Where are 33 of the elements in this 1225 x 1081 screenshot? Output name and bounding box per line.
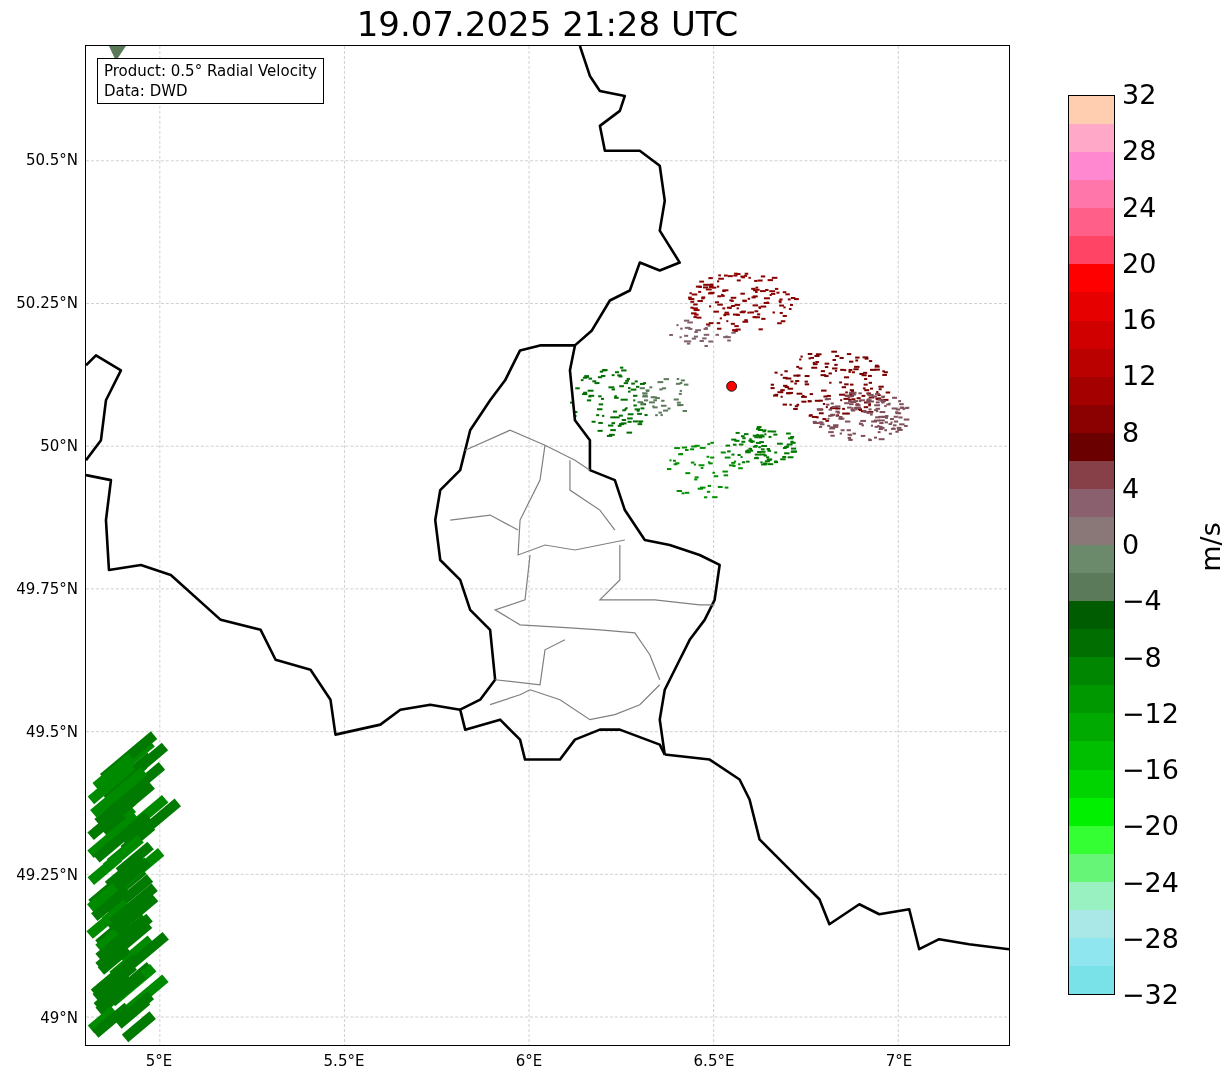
info-text: Data: DWD bbox=[104, 81, 189, 101]
colorbar-tick-label: 16 bbox=[1122, 305, 1157, 335]
axis-tick-label: 6°E bbox=[514, 1052, 544, 1070]
axis-tick-label: 49.5°N bbox=[25, 723, 78, 741]
colorbar-tick-label: −12 bbox=[1122, 698, 1179, 729]
info-text: Product: 0.5° Radial Velocity bbox=[104, 61, 317, 81]
axis-tick-label: 50.25°N bbox=[16, 294, 78, 312]
colorbar-tick-label: −24 bbox=[1122, 867, 1179, 898]
colorbar-tick-label: −32 bbox=[1122, 980, 1179, 1010]
axis-tick-label: 49°N bbox=[40, 1009, 78, 1027]
colorbar-tick-label: 12 bbox=[1122, 361, 1157, 392]
colorbar-tick-label: −8 bbox=[1122, 642, 1162, 673]
colorbar-tick-label: −28 bbox=[1122, 923, 1179, 954]
axis-tick-label: 7°E bbox=[884, 1052, 914, 1070]
colorbar-tick-label: 8 bbox=[1122, 417, 1140, 448]
colorbar-tick-label: 4 bbox=[1122, 473, 1140, 504]
axis-tick-label: 49.75°N bbox=[16, 580, 78, 598]
colorbar-tick-label: 24 bbox=[1122, 192, 1157, 223]
colorbar-tick-label: 0 bbox=[1122, 530, 1140, 560]
axis-tick-label: 50.5°N bbox=[25, 151, 78, 169]
colorbar-tick-label: 28 bbox=[1122, 136, 1157, 167]
colorbar-tick-label: −20 bbox=[1122, 811, 1179, 842]
colorbar-tick-label: −4 bbox=[1122, 586, 1162, 617]
colorbar-tick-label: 32 bbox=[1122, 80, 1157, 110]
axis-tick-label: 5.5°E bbox=[322, 1052, 366, 1070]
colorbar-label: m/s bbox=[1195, 522, 1225, 572]
colorbar-tick-label: −16 bbox=[1122, 755, 1179, 785]
axis-tick-label: 6.5°E bbox=[692, 1052, 736, 1070]
plot-title: 19.07.2025 21:28 UTC bbox=[355, 4, 740, 44]
axis-tick-label: 49.25°N bbox=[16, 866, 78, 884]
axis-tick-label: 50°N bbox=[40, 437, 78, 455]
colorbar-tick-label: 20 bbox=[1122, 248, 1157, 279]
axis-tick-label: 5°E bbox=[144, 1052, 174, 1070]
